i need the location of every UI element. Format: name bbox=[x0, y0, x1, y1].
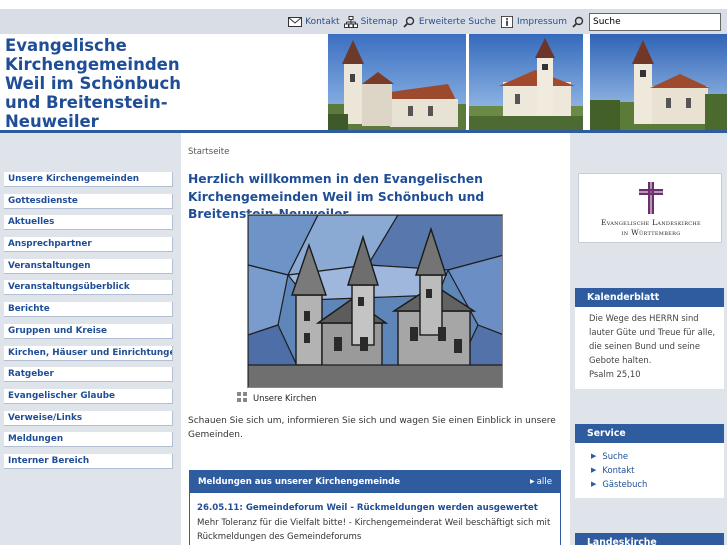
kalenderblatt-box: Die Wege des HERRN sind lauter Güte und … bbox=[575, 307, 724, 389]
erweiterte-suche-label: Erweiterte Suche bbox=[418, 17, 496, 27]
service-box: Suche Kontakt Gästebuch bbox=[575, 443, 724, 498]
top-utility-bar: Kontakt Sitemap Erweiterte Suche Impress… bbox=[0, 0, 727, 34]
image-caption: Unsere Kirchen bbox=[237, 392, 316, 403]
nav-item-kirchen-haeuser[interactable]: Kirchen, Häuser und Einrichtungen bbox=[4, 345, 173, 361]
kontakt-link[interactable]: Kontakt bbox=[288, 16, 340, 28]
sitemap-icon bbox=[343, 16, 358, 28]
nav-item-ansprechpartner[interactable]: Ansprechpartner bbox=[4, 237, 173, 253]
nav-item-meldungen[interactable]: Meldungen bbox=[4, 432, 173, 448]
church-photo-1 bbox=[328, 34, 466, 131]
nav-item-aktuelles[interactable]: Aktuelles bbox=[4, 215, 173, 231]
left-column: Unsere Kirchengemeinden Gottesdienste Ak… bbox=[0, 133, 181, 545]
news-header-title: Meldungen aus unserer Kirchengemeinde bbox=[198, 477, 401, 487]
church-photo-2 bbox=[469, 34, 583, 131]
impressum-link[interactable]: Impressum bbox=[500, 16, 567, 28]
news-all-link[interactable]: alle bbox=[530, 471, 552, 493]
nav-item-interner-bereich[interactable]: Interner Bereich bbox=[4, 453, 173, 469]
service-link-suche[interactable]: Suche bbox=[575, 449, 724, 463]
search-icon bbox=[572, 16, 584, 28]
nav-item-verweise-links[interactable]: Verweise/Links bbox=[4, 410, 173, 426]
sitemap-link[interactable]: Sitemap bbox=[343, 16, 398, 28]
nav-item-evangelischer-glaube[interactable]: Evangelischer Glaube bbox=[4, 388, 173, 404]
nav-item-veranstaltungen[interactable]: Veranstaltungen bbox=[4, 258, 173, 274]
stained-glass-image[interactable] bbox=[247, 214, 503, 388]
info-icon bbox=[500, 16, 513, 28]
news-item-title[interactable]: 26.05.11: Gemeindeforum Weil - Rückmeldu… bbox=[197, 503, 538, 513]
site-title: Evangelische Kirchengemeinden Weil im Sc… bbox=[5, 36, 182, 131]
kontakt-label: Kontakt bbox=[305, 17, 340, 27]
cross-icon bbox=[639, 182, 663, 214]
search-magnifier bbox=[571, 16, 585, 28]
erweiterte-suche-link[interactable]: Erweiterte Suche bbox=[402, 16, 496, 28]
impressum-label: Impressum bbox=[516, 17, 567, 27]
kalenderblatt-text: Die Wege des HERRN sind lauter Güte und … bbox=[575, 307, 724, 385]
breadcrumb[interactable]: Startseite bbox=[188, 147, 229, 157]
search-input[interactable] bbox=[589, 13, 721, 31]
kalenderblatt-ref: Psalm 25,10 bbox=[589, 369, 641, 379]
elk-name-line1: Evangelische Landeskirche bbox=[601, 218, 701, 227]
nav-item-ratgeber[interactable]: Ratgeber bbox=[4, 367, 173, 383]
elk-name-line2: in Württemberg bbox=[621, 228, 681, 237]
nav-item-gruppen-und-kreise[interactable]: Gruppen und Kreise bbox=[4, 323, 173, 339]
gallery-icon[interactable] bbox=[237, 392, 248, 403]
elk-logo[interactable]: Evangelische Landeskirche in Württemberg bbox=[578, 173, 722, 243]
kalenderblatt-verse: Die Wege des HERRN sind lauter Güte und … bbox=[589, 313, 716, 365]
nav-item-berichte[interactable]: Berichte bbox=[4, 302, 173, 318]
nav-item-gottesdienste[interactable]: Gottesdienste bbox=[4, 193, 173, 209]
sitemap-label: Sitemap bbox=[360, 17, 398, 27]
landeskirche-header: Landeskirche bbox=[575, 533, 724, 545]
nav-item-veranstaltungsueberblick[interactable]: Veranstaltungsüberblick bbox=[4, 280, 173, 296]
image-caption-text: Unsere Kirchen bbox=[253, 392, 317, 403]
news-item-text: Mehr Toleranz für die Vielfalt bitte! - … bbox=[197, 518, 551, 542]
magnifier-icon bbox=[403, 16, 415, 28]
right-column: Evangelische Landeskirche in Württemberg… bbox=[570, 133, 727, 545]
news-box: Meldungen aus unserer Kirchengemeinde al… bbox=[189, 470, 561, 545]
top-white-strip bbox=[0, 0, 727, 9]
intro-text: Schauen Sie sich um, informieren Sie sic… bbox=[188, 416, 556, 440]
nav-item-unsere-kirchengemeinden[interactable]: Unsere Kirchengemeinden bbox=[4, 172, 173, 187]
elk-name: Evangelische Landeskirche in Württemberg bbox=[579, 218, 723, 238]
main-navigation: Unsere Kirchengemeinden Gottesdienste Ak… bbox=[4, 172, 173, 476]
service-link-gaestebuch[interactable]: Gästebuch bbox=[575, 477, 724, 491]
news-header: Meldungen aus unserer Kirchengemeinde al… bbox=[190, 471, 560, 493]
service-header: Service bbox=[575, 424, 724, 443]
main-content: Startseite Herzlich willkommen in den Ev… bbox=[181, 133, 570, 545]
envelope-icon bbox=[288, 17, 303, 27]
kalenderblatt-header: Kalenderblatt bbox=[575, 288, 724, 307]
utility-nav: Kontakt Sitemap Erweiterte Suche Impress… bbox=[288, 12, 721, 32]
church-photo-3 bbox=[590, 34, 727, 131]
service-link-kontakt[interactable]: Kontakt bbox=[575, 463, 724, 477]
